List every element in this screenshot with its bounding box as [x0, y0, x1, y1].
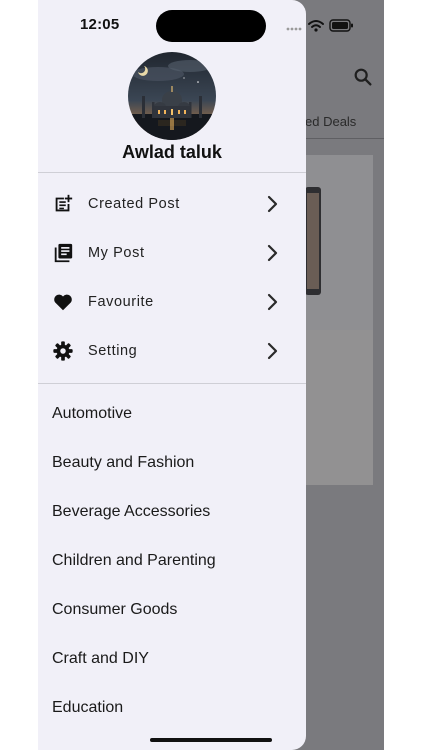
category-label: Consumer Goods — [52, 601, 178, 618]
profile-avatar[interactable] — [128, 52, 216, 140]
menu-item-label: My Post — [88, 245, 145, 261]
category-item-automotive[interactable]: Automotive — [38, 396, 306, 436]
category-item-education[interactable]: Education — [38, 690, 306, 730]
category-label: Beauty and Fashion — [52, 454, 195, 471]
profile-name: Awlad taluk — [122, 142, 222, 162]
chevron-right-icon — [267, 342, 278, 360]
menu-item-label: Created Post — [88, 196, 180, 212]
home-indicator[interactable] — [150, 738, 272, 742]
category-item-children-and-parenting[interactable]: Children and Parenting — [38, 543, 306, 583]
background-tab-label: ed Deals — [305, 114, 357, 129]
category-label: Craft and DIY — [52, 650, 149, 667]
category-item-beverage-accessories[interactable]: Beverage Accessories — [38, 494, 306, 534]
menu-item-my-post[interactable]: My Post — [38, 233, 306, 273]
category-item-consumer-goods[interactable]: Consumer Goods — [38, 592, 306, 632]
post-add-icon — [55, 194, 73, 212]
category-item-craft-and-diy[interactable]: Craft and DIY — [38, 641, 306, 681]
battery-icon — [329, 19, 353, 32]
chevron-right-icon — [267, 293, 278, 311]
chevron-right-icon — [267, 195, 278, 213]
menu-item-created-post[interactable]: Created Post — [38, 184, 306, 224]
header-divider — [38, 172, 306, 173]
background-card-body — [305, 330, 373, 485]
category-label: Automotive — [52, 405, 133, 422]
status-bar-time: 12:05 — [80, 16, 120, 33]
library-books-icon — [54, 243, 73, 263]
background-card-image — [305, 155, 373, 330]
menu-item-setting[interactable]: Setting — [38, 331, 306, 371]
background-phone-image — [305, 187, 321, 295]
category-label: Children and Parenting — [52, 552, 216, 569]
signal-icon — [286, 27, 302, 31]
status-bar-icons — [286, 19, 353, 32]
category-label: Beverage Accessories — [52, 503, 211, 520]
wifi-icon — [308, 20, 324, 32]
search-icon — [354, 68, 372, 86]
background-tab-divider — [305, 138, 384, 139]
background-deal-card — [305, 155, 373, 485]
dynamic-island — [156, 10, 266, 42]
gear-icon — [53, 341, 73, 361]
menu-item-label: Favourite — [88, 294, 154, 310]
category-item-beauty-and-fashion[interactable]: Beauty and Fashion — [38, 445, 306, 485]
menu-divider — [38, 383, 306, 384]
menu-item-label: Setting — [88, 343, 138, 359]
heart-icon — [54, 294, 72, 311]
category-label: Education — [52, 699, 124, 716]
chevron-right-icon — [267, 244, 278, 262]
menu-item-favourite[interactable]: Favourite — [38, 282, 306, 322]
